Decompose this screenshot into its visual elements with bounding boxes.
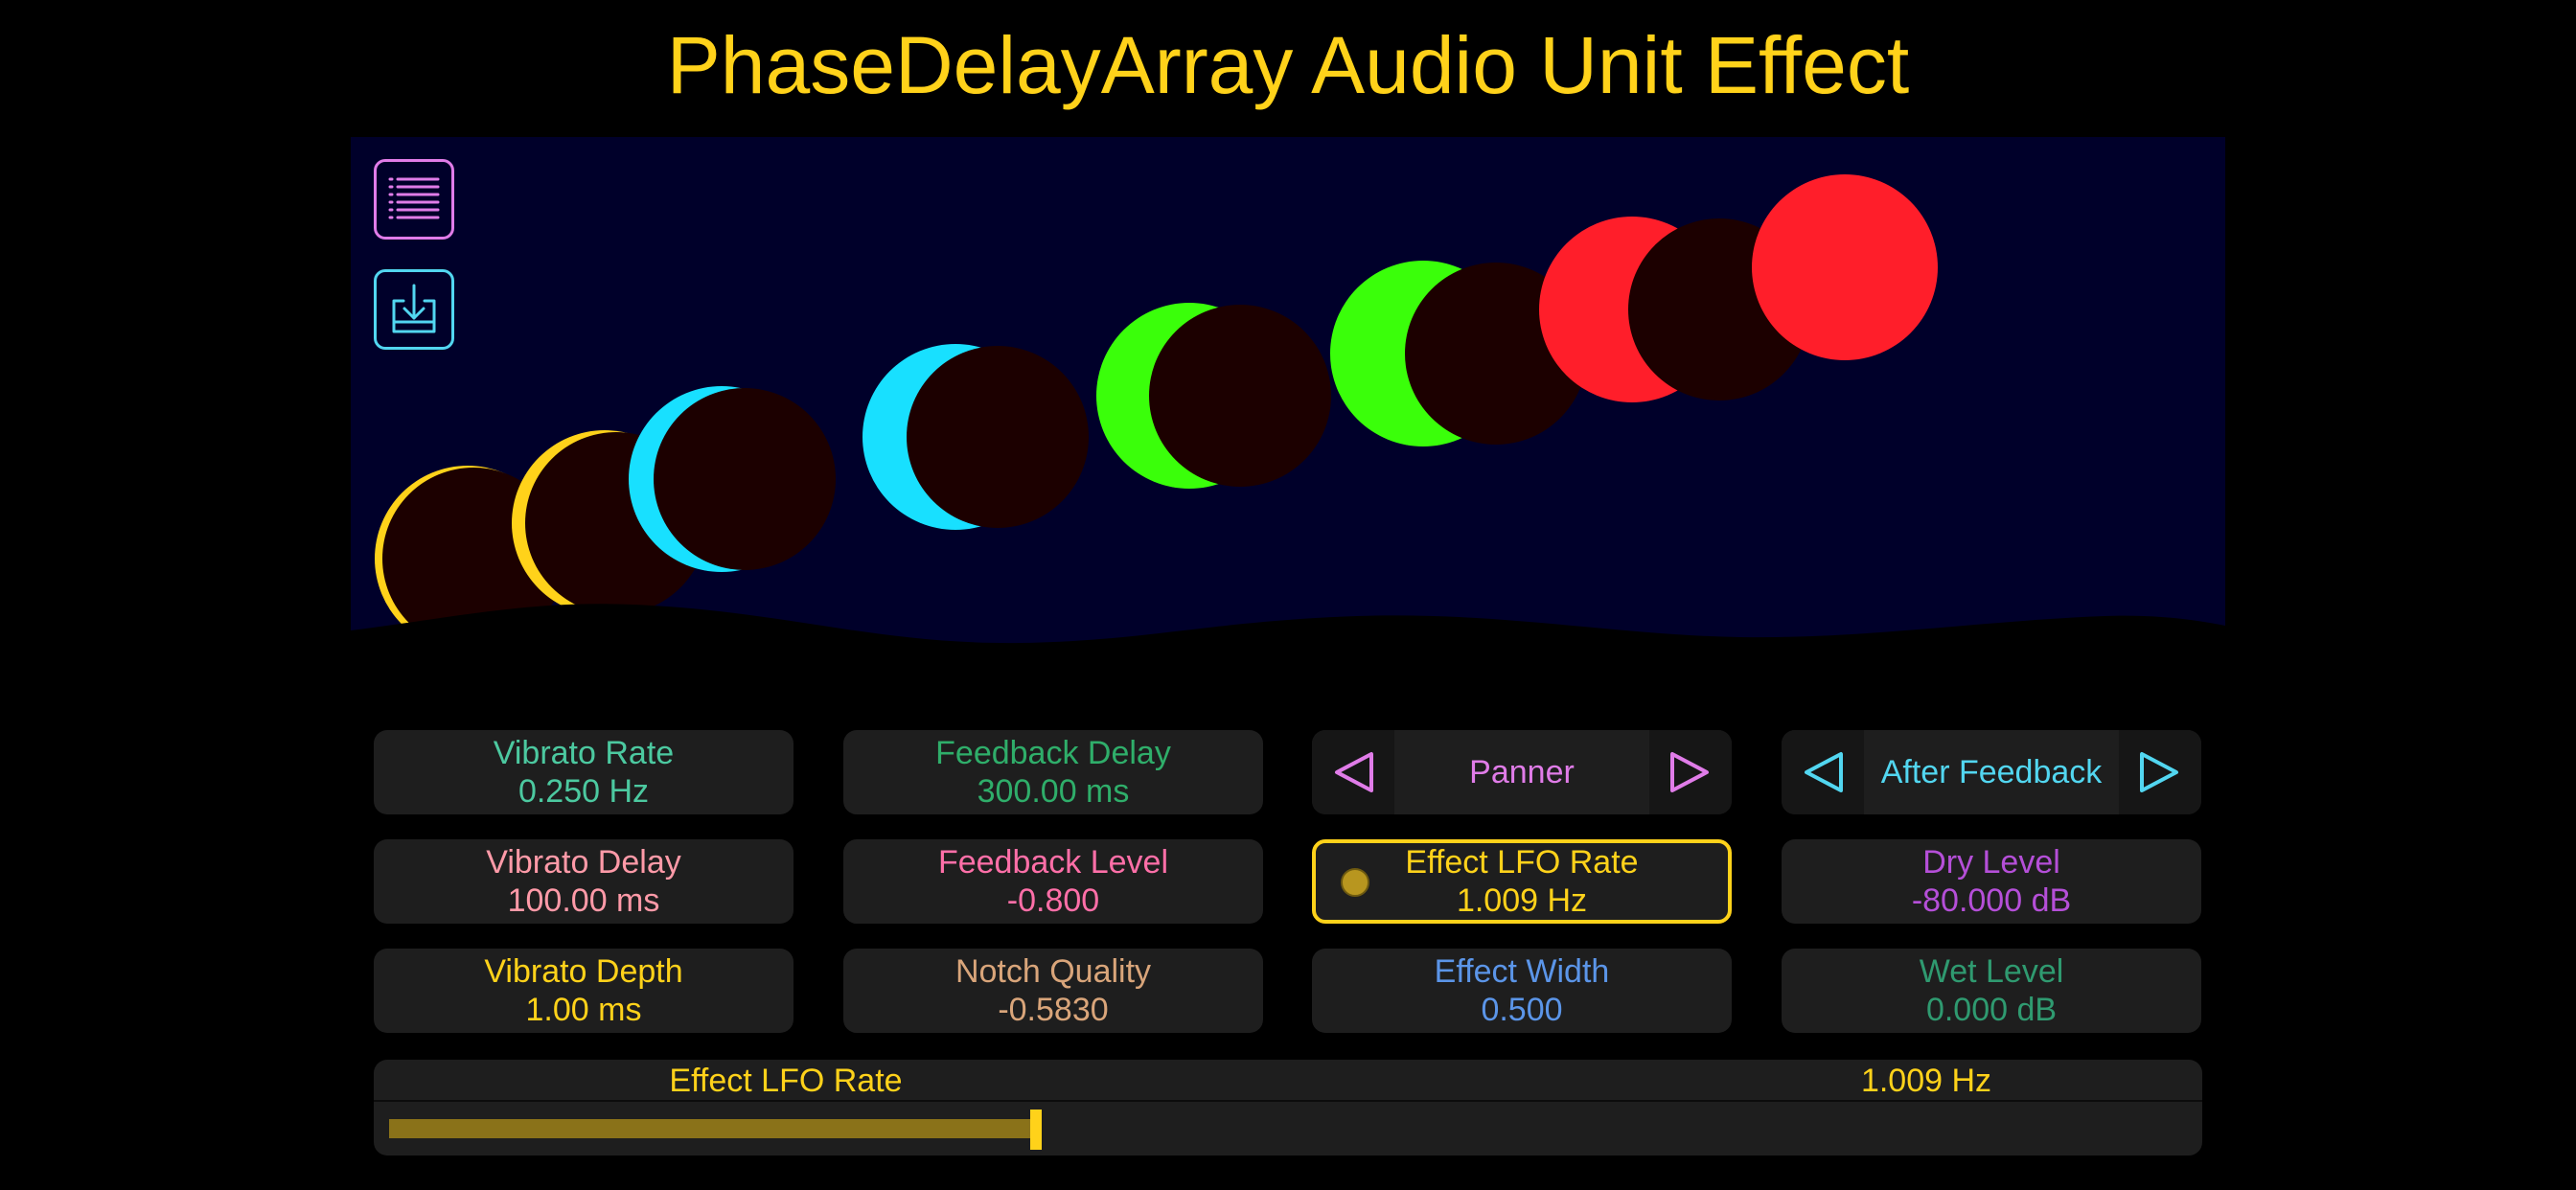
slider-fill	[389, 1119, 1036, 1138]
feedback-level-value: -0.800	[1006, 882, 1100, 919]
wet-level-control[interactable]: Wet Level 0.000 dB	[1782, 949, 2201, 1033]
effect-lfo-rate-value: 1.009 Hz	[1456, 882, 1588, 919]
parameter-slider-panel: Effect LFO Rate 1.009 Hz	[374, 1060, 2202, 1156]
mode-previous-button[interactable]	[1312, 730, 1394, 814]
page-title: PhaseDelayArray Audio Unit Effect	[666, 20, 1910, 110]
triangle-left-icon	[1805, 752, 1843, 792]
save-icon	[392, 284, 436, 333]
vibrato-delay-control[interactable]: Vibrato Delay 100.00 ms	[374, 839, 794, 924]
mode-selector-value[interactable]: Panner	[1398, 730, 1645, 814]
wet-level-value: 0.000 dB	[1925, 992, 2058, 1028]
triangle-left-icon	[1335, 752, 1373, 792]
effect-lfo-rate-label: Effect LFO Rate	[1405, 844, 1639, 881]
effect-width-label: Effect Width	[1434, 953, 1610, 990]
slider-panel-divider	[374, 1100, 2202, 1102]
moon-4	[862, 344, 1089, 530]
moon-5	[1096, 303, 1331, 489]
slider-parameter-value: 1.009 Hz	[1860, 1063, 1992, 1099]
triangle-right-icon	[1670, 752, 1709, 792]
position-next-button[interactable]	[2119, 730, 2201, 814]
slider-parameter-label: Effect LFO Rate	[669, 1063, 903, 1099]
mode-selector: Panner	[1312, 730, 1732, 814]
position-previous-button[interactable]	[1782, 730, 1864, 814]
slider-thumb[interactable]	[1030, 1110, 1042, 1150]
moon-8	[1752, 174, 1938, 360]
notch-quality-label: Notch Quality	[954, 953, 1152, 990]
slider-track[interactable]	[389, 1110, 2187, 1150]
list-icon	[388, 177, 440, 219]
feedback-level-label: Feedback Level	[937, 844, 1169, 881]
moon-3	[629, 386, 836, 572]
effect-width-control[interactable]: Effect Width 0.500	[1312, 949, 1732, 1033]
effect-width-value: 0.500	[1481, 992, 1563, 1028]
vibrato-delay-value: 100.00 ms	[507, 882, 660, 919]
wet-level-label: Wet Level	[1919, 953, 2064, 990]
moons-canvas	[351, 137, 2225, 645]
moon-lit-disc	[1752, 174, 1938, 360]
effect-lfo-rate-control[interactable]: Effect LFO Rate 1.009 Hz	[1312, 839, 1732, 924]
notch-quality-value: -0.5830	[998, 992, 1109, 1028]
dry-level-value: -80.000 dB	[1911, 882, 2072, 919]
notch-quality-control[interactable]: Notch Quality -0.5830	[843, 949, 1263, 1033]
feedback-delay-value: 300.00 ms	[977, 773, 1130, 810]
mode-next-button[interactable]	[1649, 730, 1732, 814]
moon-shadow	[907, 346, 1089, 528]
feedback-delay-control[interactable]: Feedback Delay 300.00 ms	[843, 730, 1263, 814]
moon-shadow	[654, 388, 836, 570]
presets-button[interactable]	[374, 159, 454, 240]
dry-level-control[interactable]: Dry Level -80.000 dB	[1782, 839, 2201, 924]
phase-visualizer	[351, 137, 2225, 645]
vibrato-rate-value: 0.250 Hz	[518, 773, 650, 810]
position-selector: After Feedback	[1782, 730, 2201, 814]
vibrato-delay-label: Vibrato Delay	[486, 844, 681, 881]
vibrato-rate-control[interactable]: Vibrato Rate 0.250 Hz	[374, 730, 794, 814]
save-preset-button[interactable]	[374, 269, 454, 350]
vibrato-depth-value: 1.00 ms	[525, 992, 642, 1028]
active-indicator-dot	[1341, 868, 1369, 897]
feedback-level-control[interactable]: Feedback Level -0.800	[843, 839, 1263, 924]
triangle-right-icon	[2140, 752, 2178, 792]
moon-shadow	[1149, 305, 1331, 487]
position-selector-value[interactable]: After Feedback	[1868, 730, 2115, 814]
vibrato-depth-label: Vibrato Depth	[484, 953, 683, 990]
dry-level-label: Dry Level	[1922, 844, 2060, 881]
feedback-delay-label: Feedback Delay	[935, 735, 1171, 771]
vibrato-depth-control[interactable]: Vibrato Depth 1.00 ms	[374, 949, 794, 1033]
vibrato-rate-label: Vibrato Rate	[493, 735, 675, 771]
